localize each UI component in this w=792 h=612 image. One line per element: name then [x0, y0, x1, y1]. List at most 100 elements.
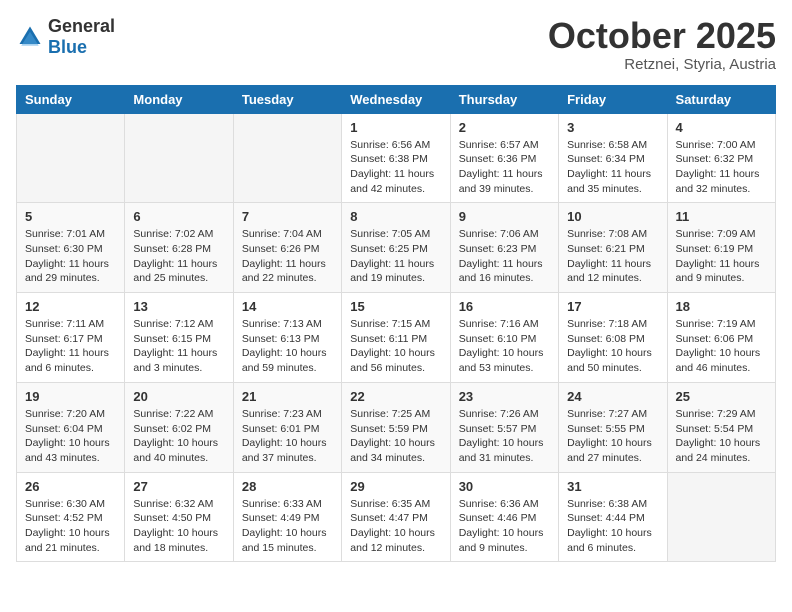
day-number: 24: [567, 389, 658, 404]
day-number: 20: [133, 389, 224, 404]
day-info: Sunrise: 7:25 AM Sunset: 5:59 PM Dayligh…: [350, 407, 441, 466]
calendar-cell: 17Sunrise: 7:18 AM Sunset: 6:08 PM Dayli…: [559, 293, 667, 383]
calendar-cell: 20Sunrise: 7:22 AM Sunset: 6:02 PM Dayli…: [125, 382, 233, 472]
calendar-cell: 14 Sunrise: 7:13 AM Sunset: 6:13 PM Dayli…: [233, 293, 341, 383]
calendar-cell: 3 Sunrise: 6:58 AM Sunset: 6:34 PM Daylig…: [559, 113, 667, 203]
day-info: Sunrise: 7:15 AM Sunset: 6:11 PM Dayligh…: [350, 317, 441, 376]
title-block: October 2025 Retznei, Styria, Austria: [548, 16, 776, 73]
day-info: Sunrise: 6:32 AM Sunset: 4:50 PM Dayligh…: [133, 497, 224, 556]
calendar-cell: 13 Sunrise: 7:12 AM Sunset: 6:15 PM Dayli…: [125, 293, 233, 383]
day-number: 29: [350, 479, 441, 494]
calendar-cell: 18 Sunrise: 7:19 AM Sunset: 6:06 PM Dayli…: [667, 293, 775, 383]
day-info: Sunrise: 7:26 AM Sunset: 5:57 PM Dayligh…: [459, 407, 550, 466]
day-info: Sunrise: 6:38 AM Sunset: 4:44 PM Dayligh…: [567, 497, 658, 556]
calendar-cell: 28 Sunrise: 6:33 AM Sunset: 4:49 PM Dayli…: [233, 472, 341, 562]
day-number: 28: [242, 479, 333, 494]
calendar-cell: 11Sunrise: 7:09 AM Sunset: 6:19 PM Dayli…: [667, 203, 775, 293]
day-number: 16: [459, 299, 550, 314]
day-info: Sunrise: 7:11 AM Sunset: 6:17 PM Dayligh…: [25, 317, 116, 376]
calendar-cell: 19Sunrise: 7:20 AM Sunset: 6:04 PM Dayli…: [17, 382, 125, 472]
day-number: 1: [350, 120, 441, 135]
day-number: 27: [133, 479, 224, 494]
day-info: Sunrise: 6:30 AM Sunset: 4:52 PM Dayligh…: [25, 497, 116, 556]
day-info: Sunrise: 7:19 AM Sunset: 6:06 PM Dayligh…: [676, 317, 767, 376]
day-number: 19: [25, 389, 116, 404]
calendar-cell: 26 Sunrise: 6:30 AM Sunset: 4:52 PM Dayli…: [17, 472, 125, 562]
day-number: 21: [242, 389, 333, 404]
day-number: 2: [459, 120, 550, 135]
calendar-table: SundayMondayTuesdayWednesdayThursdayFrid…: [16, 85, 776, 563]
day-info: Sunrise: 7:06 AM Sunset: 6:23 PM Dayligh…: [459, 227, 550, 286]
day-info: Sunrise: 6:33 AM Sunset: 4:49 PM Dayligh…: [242, 497, 333, 556]
day-info: Sunrise: 7:13 AM Sunset: 6:13 PM Dayligh…: [242, 317, 333, 376]
day-number: 9: [459, 209, 550, 224]
day-number: 10: [567, 209, 658, 224]
weekday-header-row: SundayMondayTuesdayWednesdayThursdayFrid…: [17, 85, 776, 113]
week-row-1: 1 Sunrise: 6:56 AM Sunset: 6:38 PM Daylig…: [17, 113, 776, 203]
day-number: 17: [567, 299, 658, 314]
week-row-3: 12 Sunrise: 7:11 AM Sunset: 6:17 PM Dayli…: [17, 293, 776, 383]
calendar-cell: 22 Sunrise: 7:25 AM Sunset: 5:59 PM Dayli…: [342, 382, 450, 472]
day-info: Sunrise: 7:29 AM Sunset: 5:54 PM Dayligh…: [676, 407, 767, 466]
month-title: October 2025: [548, 16, 776, 56]
day-info: Sunrise: 7:27 AM Sunset: 5:55 PM Dayligh…: [567, 407, 658, 466]
calendar-cell: [17, 113, 125, 203]
day-number: 12: [25, 299, 116, 314]
week-row-5: 26 Sunrise: 6:30 AM Sunset: 4:52 PM Dayli…: [17, 472, 776, 562]
day-number: 22: [350, 389, 441, 404]
calendar-cell: 8Sunrise: 7:05 AM Sunset: 6:25 PM Daylig…: [342, 203, 450, 293]
logo-general: General: [48, 16, 115, 36]
day-number: 14: [242, 299, 333, 314]
day-info: Sunrise: 6:58 AM Sunset: 6:34 PM Dayligh…: [567, 138, 658, 197]
weekday-header-friday: Friday: [559, 85, 667, 113]
day-info: Sunrise: 7:23 AM Sunset: 6:01 PM Dayligh…: [242, 407, 333, 466]
day-number: 31: [567, 479, 658, 494]
day-number: 23: [459, 389, 550, 404]
day-number: 3: [567, 120, 658, 135]
day-number: 25: [676, 389, 767, 404]
weekday-header-monday: Monday: [125, 85, 233, 113]
day-info: Sunrise: 6:57 AM Sunset: 6:36 PM Dayligh…: [459, 138, 550, 197]
calendar-cell: 2 Sunrise: 6:57 AM Sunset: 6:36 PM Daylig…: [450, 113, 558, 203]
calendar-cell: 5 Sunrise: 7:01 AM Sunset: 6:30 PM Daylig…: [17, 203, 125, 293]
day-number: 15: [350, 299, 441, 314]
week-row-4: 19Sunrise: 7:20 AM Sunset: 6:04 PM Dayli…: [17, 382, 776, 472]
day-number: 18: [676, 299, 767, 314]
day-info: Sunrise: 7:04 AM Sunset: 6:26 PM Dayligh…: [242, 227, 333, 286]
day-info: Sunrise: 7:00 AM Sunset: 6:32 PM Dayligh…: [676, 138, 767, 197]
day-number: 7: [242, 209, 333, 224]
day-number: 13: [133, 299, 224, 314]
logo-icon: [16, 23, 44, 51]
calendar-cell: 15 Sunrise: 7:15 AM Sunset: 6:11 PM Dayli…: [342, 293, 450, 383]
logo: General Blue: [16, 16, 115, 58]
calendar-cell: 12 Sunrise: 7:11 AM Sunset: 6:17 PM Dayli…: [17, 293, 125, 383]
weekday-header-thursday: Thursday: [450, 85, 558, 113]
weekday-header-sunday: Sunday: [17, 85, 125, 113]
calendar-cell: 6Sunrise: 7:02 AM Sunset: 6:28 PM Daylig…: [125, 203, 233, 293]
calendar-cell: [667, 472, 775, 562]
calendar-cell: 1 Sunrise: 6:56 AM Sunset: 6:38 PM Daylig…: [342, 113, 450, 203]
day-number: 30: [459, 479, 550, 494]
weekday-header-saturday: Saturday: [667, 85, 775, 113]
page-header: General Blue October 2025 Retznei, Styri…: [16, 16, 776, 73]
day-info: Sunrise: 7:05 AM Sunset: 6:25 PM Dayligh…: [350, 227, 441, 286]
weekday-header-wednesday: Wednesday: [342, 85, 450, 113]
day-info: Sunrise: 6:56 AM Sunset: 6:38 PM Dayligh…: [350, 138, 441, 197]
day-info: Sunrise: 7:12 AM Sunset: 6:15 PM Dayligh…: [133, 317, 224, 376]
day-number: 11: [676, 209, 767, 224]
day-number: 4: [676, 120, 767, 135]
location: Retznei, Styria, Austria: [548, 56, 776, 73]
day-number: 5: [25, 209, 116, 224]
calendar-cell: 29 Sunrise: 6:35 AM Sunset: 4:47 PM Dayli…: [342, 472, 450, 562]
day-info: Sunrise: 6:35 AM Sunset: 4:47 PM Dayligh…: [350, 497, 441, 556]
calendar-cell: 27 Sunrise: 6:32 AM Sunset: 4:50 PM Dayli…: [125, 472, 233, 562]
calendar-cell: 31 Sunrise: 6:38 AM Sunset: 4:44 PM Dayli…: [559, 472, 667, 562]
day-info: Sunrise: 7:02 AM Sunset: 6:28 PM Dayligh…: [133, 227, 224, 286]
day-info: Sunrise: 6:36 AM Sunset: 4:46 PM Dayligh…: [459, 497, 550, 556]
day-number: 26: [25, 479, 116, 494]
day-info: Sunrise: 7:01 AM Sunset: 6:30 PM Dayligh…: [25, 227, 116, 286]
calendar-cell: 10Sunrise: 7:08 AM Sunset: 6:21 PM Dayli…: [559, 203, 667, 293]
calendar-cell: 4 Sunrise: 7:00 AM Sunset: 6:32 PM Daylig…: [667, 113, 775, 203]
calendar-cell: 21 Sunrise: 7:23 AM Sunset: 6:01 PM Dayli…: [233, 382, 341, 472]
calendar-cell: [125, 113, 233, 203]
